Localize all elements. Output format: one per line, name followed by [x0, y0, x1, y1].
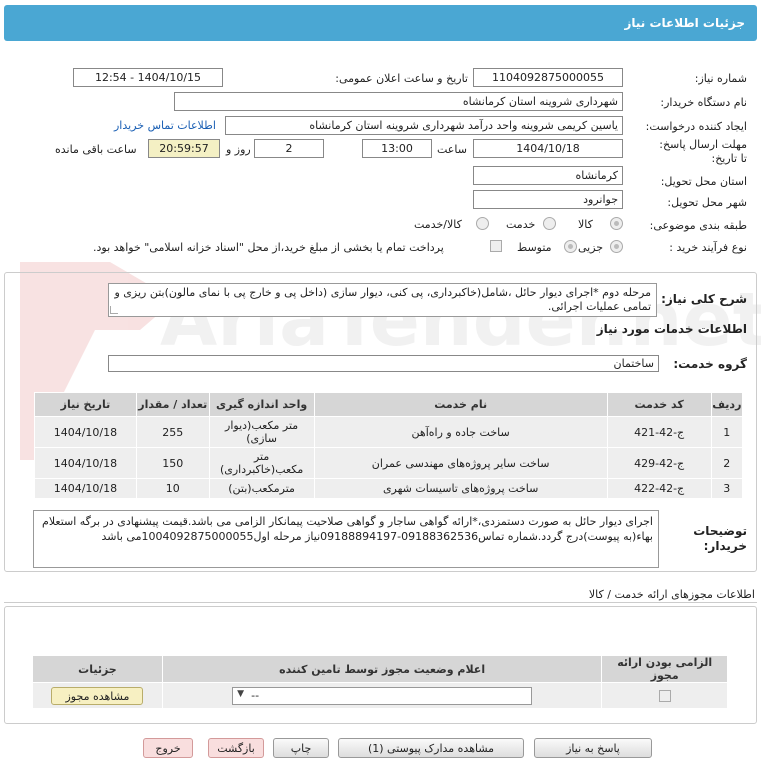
cell-date: 1404/10/18: [34, 447, 137, 479]
province-field: کرمانشاه: [473, 166, 623, 185]
table-row: 3 ج-42-422 ساخت پروژه‌های تاسیسات شهری م…: [34, 478, 744, 499]
category-radio-goods-service[interactable]: [476, 217, 489, 230]
remaining-label: ساعت باقی مانده: [55, 143, 137, 156]
process-label: نوع فرآیند خرید :: [669, 241, 747, 254]
category-radio-goods[interactable]: [610, 217, 623, 230]
description-label: شرح کلی نیاز:: [661, 292, 747, 306]
col-code: کد خدمت: [606, 392, 712, 417]
attachments-button[interactable]: مشاهده مدارک پیوستی (1): [338, 738, 524, 758]
process-radio-medium[interactable]: [564, 240, 577, 253]
process-radio-minor[interactable]: [610, 240, 623, 253]
deadline-time-field: 13:00: [362, 139, 432, 158]
treasury-payment-note: پرداخت تمام یا بخشی از مبلغ خرید،از محل …: [93, 241, 444, 254]
cell-date: 1404/10/18: [34, 478, 137, 499]
permits-divider: [4, 602, 757, 603]
category-option-goods: کالا: [578, 218, 593, 231]
remaining-time-field: 20:59:57: [148, 139, 220, 158]
creator-field: یاسین کریمی شروینه واحد درآمد شهرداری شر…: [225, 116, 623, 135]
deadline-label: مهلت ارسال پاسخ: تا تاریخ:: [659, 138, 747, 165]
cell-name: ساخت پروژه‌های تاسیسات شهری: [313, 478, 608, 499]
table-row: -- ▼ مشاهده مجوز: [32, 682, 728, 709]
required-checkbox[interactable]: [658, 690, 671, 702]
description-field[interactable]: مرحله دوم *اجرای دیوار حائل ،شامل(خاکبرد…: [108, 283, 657, 317]
cell-name: ساخت جاده و راه‌آهن: [313, 416, 608, 448]
category-radio-service[interactable]: [543, 217, 556, 230]
cell-name: ساخت سایر پروژه‌های مهندسی عمران: [313, 447, 608, 479]
cell-qty: 150: [135, 447, 210, 479]
city-field: جوانرود: [473, 190, 623, 209]
cell-details: مشاهده مجوز: [32, 682, 163, 709]
cell-code: ج-42-429: [606, 447, 712, 479]
view-permit-button[interactable]: مشاهده مجوز: [51, 686, 144, 705]
service-group-label: گروه خدمت:: [673, 357, 747, 371]
permit-status-value: --: [251, 688, 260, 702]
table-row: 2 ج-42-429 ساخت سایر پروژه‌های مهندسی عم…: [34, 447, 744, 479]
col-unit: واحد اندازه گیری: [208, 392, 315, 417]
reply-button[interactable]: پاسخ به نیاز: [534, 738, 652, 758]
cell-code: ج-42-422: [606, 478, 712, 499]
page-header: جزئیات اطلاعات نیاز: [4, 5, 757, 41]
cell-unit: متر مکعب(خاکبرداری): [208, 447, 315, 479]
deadline-date-field: 1404/10/18: [473, 139, 623, 158]
table-row: 1 ج-42-421 ساخت جاده و راه‌آهن متر مکعب(…: [34, 416, 744, 448]
creator-label: ایجاد کننده درخواست:: [645, 120, 747, 133]
cell-unit: مترمکعب(بتن): [208, 478, 315, 499]
buyer-notes-label: توضیحات خریدار:: [693, 524, 747, 553]
back-button[interactable]: بازگشت: [208, 738, 264, 758]
cell-code: ج-42-421: [606, 416, 712, 448]
col-details: جزئیات: [32, 655, 163, 683]
need-number-field: 1104092875000055: [473, 68, 623, 87]
buyer-field: شهرداری شروینه استان کرمانشاه: [174, 92, 623, 111]
city-label: شهر محل تحویل:: [667, 196, 747, 209]
days-field: 2: [254, 139, 324, 158]
cell-status: -- ▼: [161, 682, 603, 709]
cell-qty: 10: [135, 478, 210, 499]
services-title: اطلاعات خدمات مورد نیاز: [596, 322, 747, 336]
announce-label: تاریخ و ساعت اعلان عمومی:: [335, 72, 468, 85]
exit-button[interactable]: خروج: [143, 738, 193, 758]
process-option-minor: جزیی: [578, 241, 604, 254]
cell-unit: متر مکعب(دیوار سازی): [208, 416, 315, 448]
province-label: استان محل تحویل:: [660, 175, 747, 188]
chevron-down-icon: ▼: [237, 688, 245, 699]
cell-qty: 255: [135, 416, 210, 448]
category-option-service: خدمت: [506, 218, 536, 231]
buyer-label: نام دستگاه خریدار:: [660, 96, 747, 109]
col-qty: تعداد / مقدار: [135, 392, 210, 417]
cell-row: 2: [710, 447, 744, 479]
process-option-medium: متوسط: [517, 241, 552, 254]
category-label: طبقه بندی موضوعی:: [649, 219, 747, 232]
days-label: روز و: [226, 143, 251, 156]
permit-status-select[interactable]: -- ▼: [232, 686, 533, 705]
col-required: الزامی بودن ارائه مجوز: [601, 655, 728, 683]
announce-field: 1404/10/15 - 12:54: [73, 68, 223, 87]
buyer-contact-link[interactable]: اطلاعات تماس خریدار: [114, 119, 216, 132]
col-row: ردیف: [710, 392, 744, 417]
cell-date: 1404/10/18: [34, 416, 137, 448]
services-table: ردیف کد خدمت نام خدمت واحد اندازه گیری ت…: [34, 392, 744, 499]
buyer-notes-field[interactable]: اجرای دیوار حائل به صورت دستمزدی،*ارائه …: [33, 510, 659, 568]
treasury-payment-checkbox[interactable]: [490, 240, 502, 252]
print-button[interactable]: چاپ: [273, 738, 329, 758]
deadline-time-label: ساعت: [437, 143, 467, 156]
permits-title: اطلاعات مجوزهای ارائه خدمت / کالا: [588, 588, 755, 601]
col-date: تاریخ نیاز: [34, 392, 137, 417]
need-number-label: شماره نیاز:: [694, 72, 747, 85]
col-name: نام خدمت: [313, 392, 608, 417]
category-option-goods-service: کالا/خدمت: [414, 218, 462, 231]
resize-grip-icon[interactable]: [110, 306, 118, 314]
cell-row: 1: [710, 416, 744, 448]
cell-row: 3: [710, 478, 744, 499]
cell-required: [601, 682, 728, 709]
service-group-field: ساختمان: [108, 355, 659, 372]
col-status: اعلام وضعیت مجوز توسط تامین کننده: [161, 655, 603, 683]
permits-table: الزامی بودن ارائه مجوز اعلام وضعیت مجوز …: [32, 655, 728, 709]
